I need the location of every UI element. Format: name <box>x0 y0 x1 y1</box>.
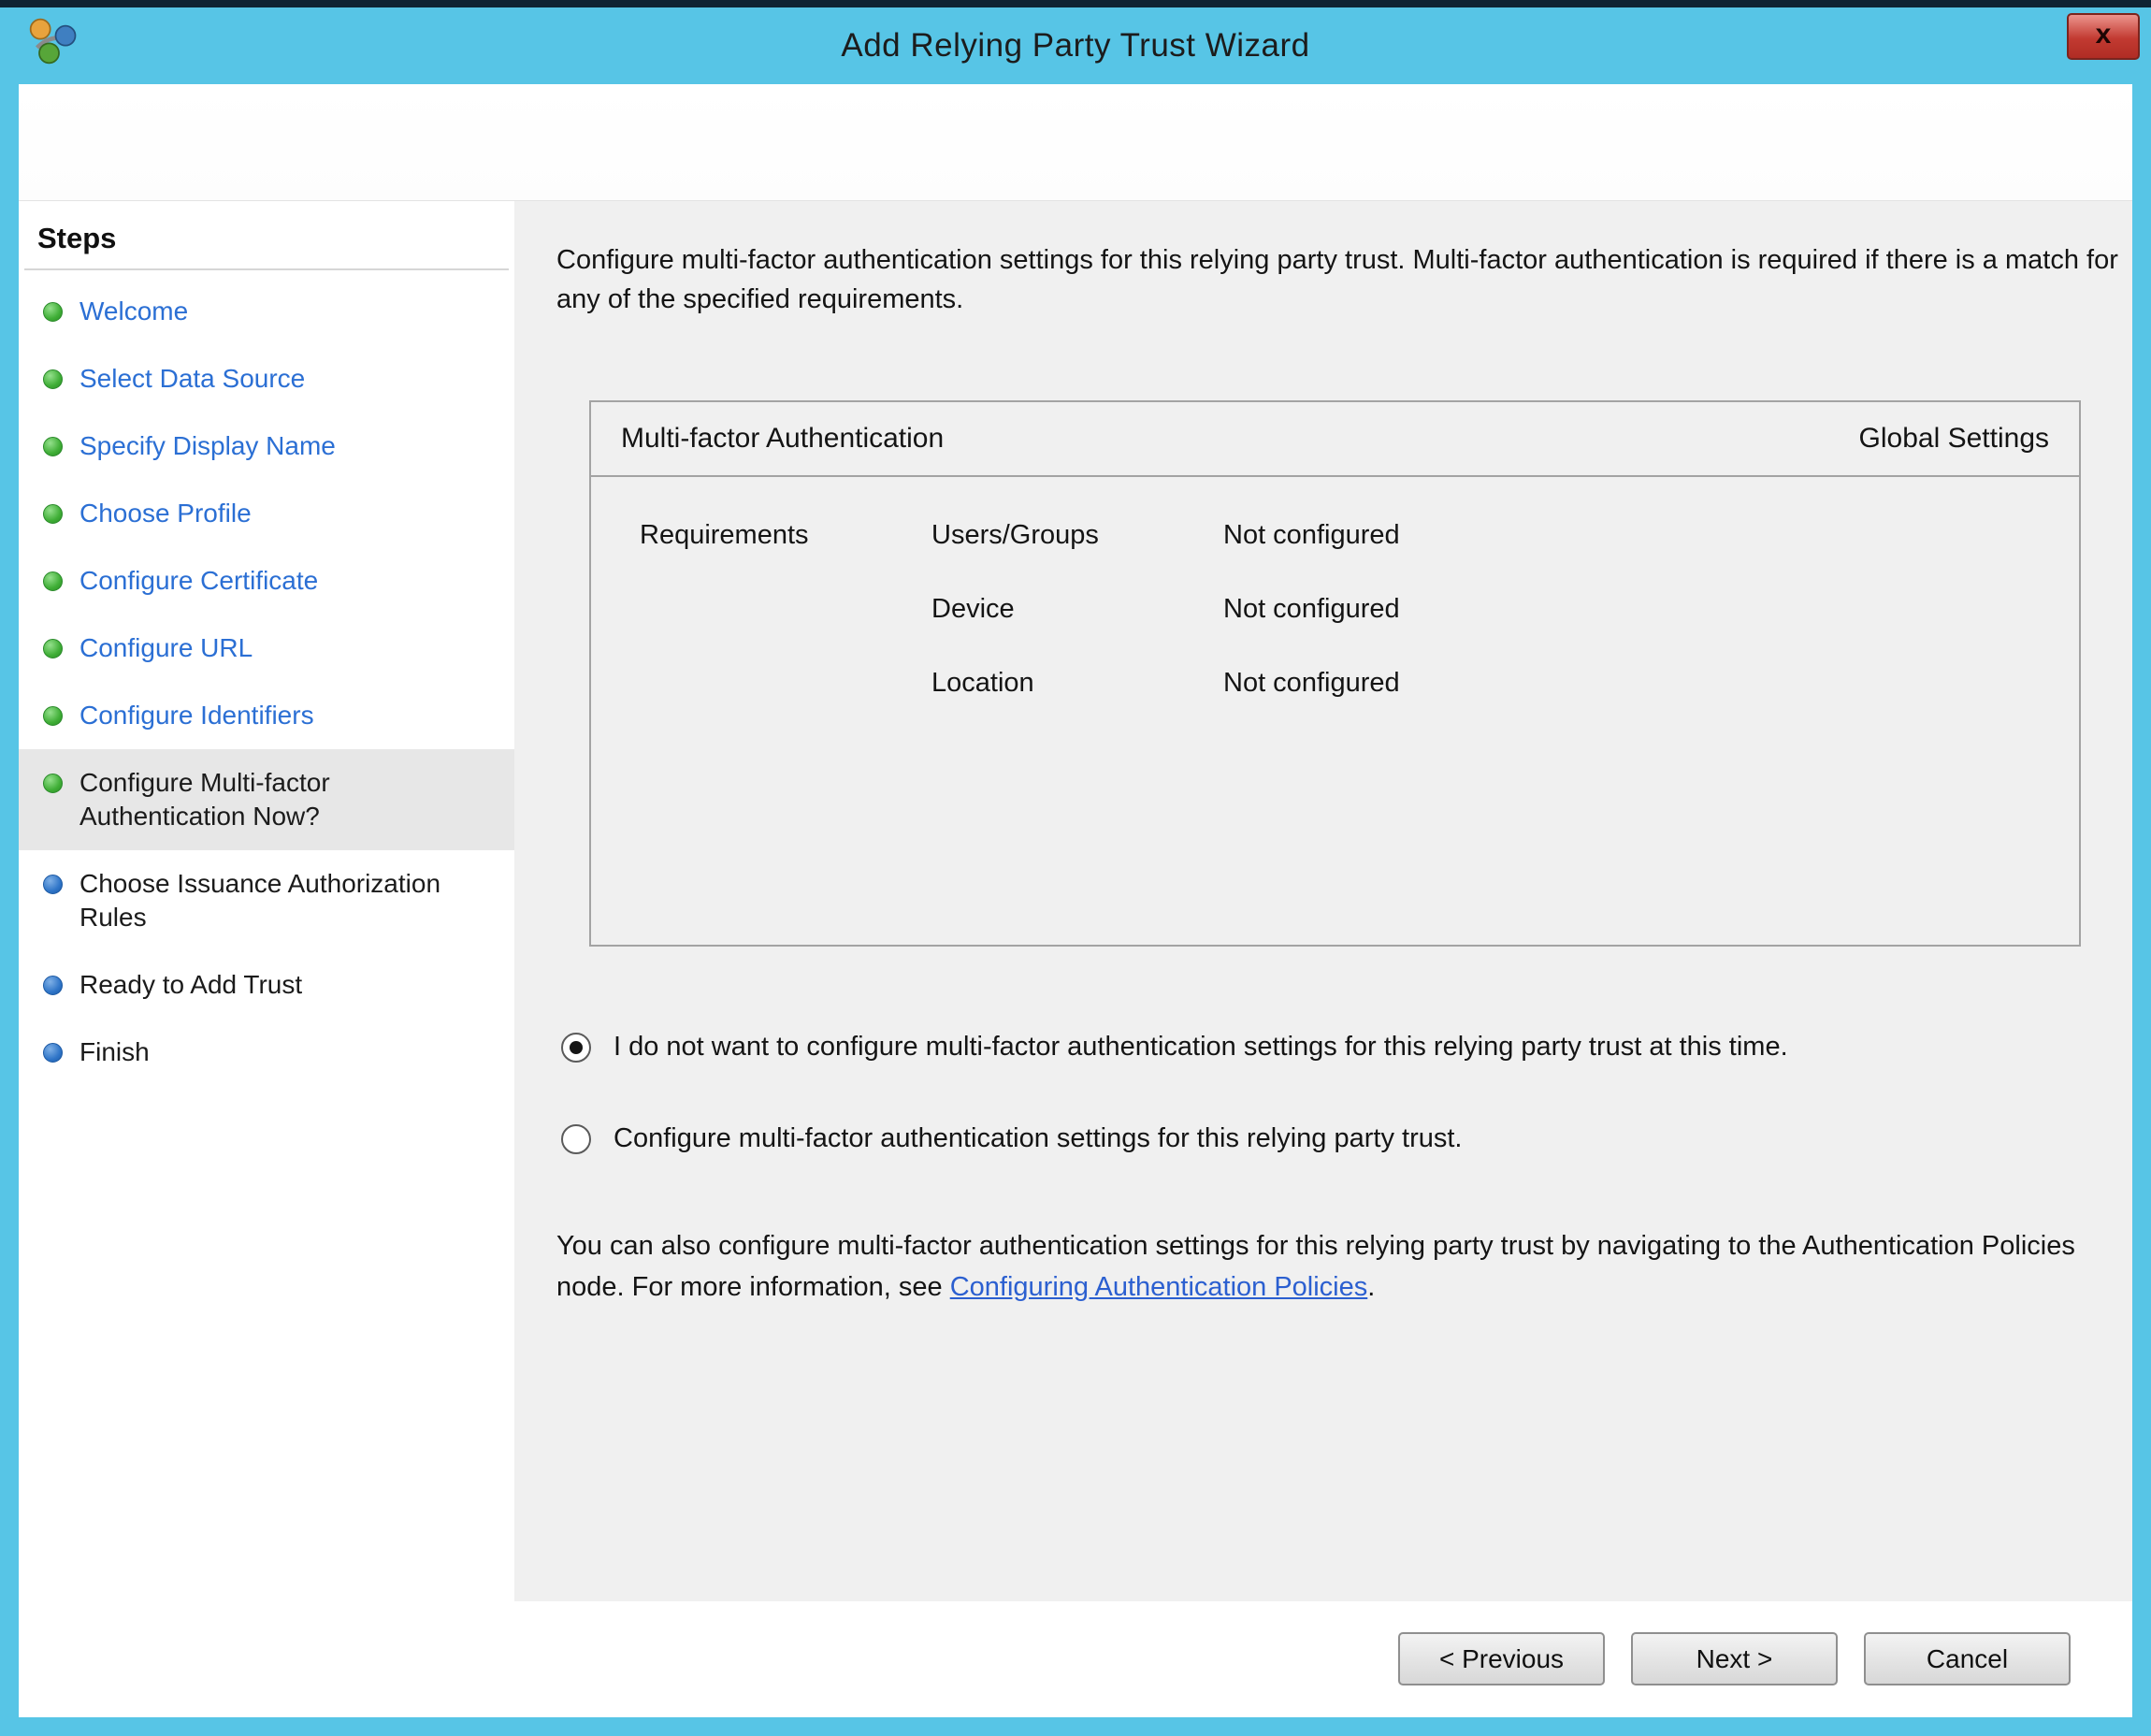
requirement-value: Not configured <box>1223 520 1400 551</box>
step-item-choose-profile[interactable]: Choose Profile <box>19 480 514 547</box>
steps-sidebar: Steps Welcome Select Data Source Specify… <box>19 201 514 1601</box>
step-done-icon <box>43 706 63 726</box>
step-item-configure-mfa-now: Configure Multi-factor Authentication No… <box>19 749 514 850</box>
step-done-icon <box>43 639 63 658</box>
step-item-finish: Finish <box>19 1019 514 1086</box>
bottom-button-bar: < Previous Next > Cancel <box>19 1601 2132 1717</box>
mfa-settings-panel: Multi-factor Authentication Global Setti… <box>589 400 2081 947</box>
requirement-value: Not configured <box>1223 668 1400 699</box>
radio-no-mfa-config[interactable]: I do not want to configure multi-factor … <box>561 1032 1788 1063</box>
step-label: Welcome <box>79 295 188 328</box>
step-done-icon <box>43 302 63 322</box>
step-label: Choose Issuance Authorization Rules <box>79 867 501 934</box>
close-button[interactable]: x <box>2067 13 2140 60</box>
mfa-rows: Users/Groups Not configured Device Not c… <box>931 520 1400 699</box>
main-panel: Configure multi-factor authentication se… <box>514 201 2132 1601</box>
requirements-label: Requirements <box>640 520 931 699</box>
previous-button[interactable]: < Previous <box>1398 1632 1605 1685</box>
step-item-configure-identifiers[interactable]: Configure Identifiers <box>19 682 514 749</box>
step-pending-icon <box>43 875 63 894</box>
button-group: < Previous Next > Cancel <box>1398 1632 2071 1685</box>
wizard-header-strip <box>19 84 2132 201</box>
step-label: Configure Multi-factor Authentication No… <box>79 766 501 833</box>
step-pending-icon <box>43 976 63 995</box>
next-button[interactable]: Next > <box>1631 1632 1838 1685</box>
step-item-welcome[interactable]: Welcome <box>19 278 514 345</box>
footer-note-period: . <box>1367 1272 1375 1302</box>
step-pending-icon <box>43 1043 63 1063</box>
step-item-specify-display-name[interactable]: Specify Display Name <box>19 412 514 480</box>
mfa-panel-header: Multi-factor Authentication Global Setti… <box>591 402 2079 477</box>
configuring-authentication-policies-link[interactable]: Configuring Authentication Policies <box>950 1272 1368 1302</box>
table-row: Location Not configured <box>931 668 1400 699</box>
wizard-window: Add Relying Party Trust Wizard x Steps W… <box>0 0 2151 1736</box>
radio-configure-mfa[interactable]: Configure multi-factor authentication se… <box>561 1123 1462 1154</box>
step-label: Specify Display Name <box>79 429 336 463</box>
step-label: Ready to Add Trust <box>79 968 302 1002</box>
step-done-icon <box>43 504 63 524</box>
step-done-icon <box>43 369 63 389</box>
table-row: Device Not configured <box>931 594 1400 625</box>
global-settings-label: Global Settings <box>1859 423 2049 455</box>
step-item-configure-certificate[interactable]: Configure Certificate <box>19 547 514 615</box>
mfa-panel-body: Requirements Users/Groups Not configured… <box>591 477 2079 699</box>
adfs-app-icon <box>26 15 79 67</box>
step-item-select-data-source[interactable]: Select Data Source <box>19 345 514 412</box>
step-done-icon <box>43 774 63 793</box>
steps-heading: Steps <box>19 212 514 268</box>
requirement-name: Users/Groups <box>931 520 1223 551</box>
step-label: Configure URL <box>79 631 253 665</box>
step-item-choose-issuance-authorization-rules: Choose Issuance Authorization Rules <box>19 850 514 951</box>
step-label: Select Data Source <box>79 362 305 396</box>
requirement-name: Location <box>931 668 1223 699</box>
step-label: Configure Certificate <box>79 564 318 598</box>
step-item-ready-to-add-trust: Ready to Add Trust <box>19 951 514 1019</box>
step-done-icon <box>43 571 63 591</box>
mfa-panel-title: Multi-factor Authentication <box>621 423 944 455</box>
requirement-name: Device <box>931 594 1223 625</box>
table-row: Users/Groups Not configured <box>931 520 1400 551</box>
titlebar: Add Relying Party Trust Wizard x <box>0 7 2151 84</box>
steps-divider <box>24 268 509 270</box>
footer-note: You can also configure multi-factor auth… <box>556 1225 2146 1308</box>
step-label: Configure Identifiers <box>79 699 314 732</box>
content-area: Steps Welcome Select Data Source Specify… <box>19 201 2132 1601</box>
step-label: Finish <box>79 1035 150 1069</box>
step-done-icon <box>43 437 63 456</box>
close-icon: x <box>2096 21 2112 52</box>
window-top-edge <box>0 0 2151 7</box>
cancel-button[interactable]: Cancel <box>1864 1632 2071 1685</box>
requirement-value: Not configured <box>1223 594 1400 625</box>
step-item-configure-url[interactable]: Configure URL <box>19 615 514 682</box>
step-label: Choose Profile <box>79 497 252 530</box>
intro-text: Configure multi-factor authentication se… <box>556 240 2128 319</box>
radio-unselected-icon <box>561 1124 591 1154</box>
radio-label: I do not want to configure multi-factor … <box>614 1032 1788 1063</box>
radio-label: Configure multi-factor authentication se… <box>614 1123 1462 1154</box>
window-title: Add Relying Party Trust Wizard <box>841 27 1309 65</box>
radio-selected-icon <box>561 1033 591 1063</box>
